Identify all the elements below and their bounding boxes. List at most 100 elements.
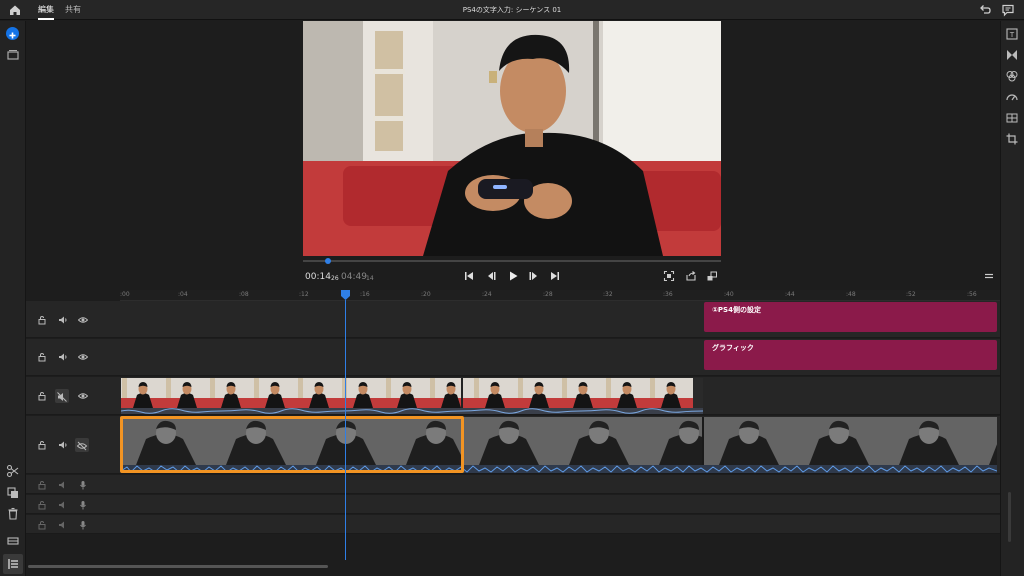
volume-icon[interactable]	[58, 480, 68, 490]
scrubber-handle[interactable]	[325, 258, 331, 264]
mute-button[interactable]	[55, 389, 69, 403]
total-duration-frames: 14	[366, 275, 374, 282]
timeline-ruler[interactable]: :00 :04 :08 :12 :16 :20 :24 :28 :32 :36 …	[120, 290, 1000, 301]
timeline-vertical-scrollbar[interactable]	[1008, 492, 1011, 542]
play-icon[interactable]	[507, 270, 519, 282]
title-clip-label: グラフィック	[712, 344, 754, 352]
visibility-eye-icon[interactable]	[78, 315, 88, 325]
ruler-label: :52	[906, 291, 916, 298]
lock-icon[interactable]	[37, 440, 47, 450]
microphone-icon[interactable]	[78, 480, 88, 490]
total-duration: 04:49	[341, 272, 367, 282]
program-monitor[interactable]	[303, 21, 721, 256]
ruler-label: :40	[724, 291, 734, 298]
lock-icon[interactable]	[37, 480, 47, 490]
timeline-list-icon	[8, 559, 18, 569]
step-back-icon[interactable]	[485, 270, 497, 282]
project-panel-icon[interactable]	[5, 47, 21, 63]
step-forward-icon[interactable]	[528, 270, 540, 282]
video-clip-v2[interactable]	[121, 378, 703, 414]
clip-thumbnails	[121, 378, 703, 414]
volume-icon[interactable]	[58, 352, 68, 362]
top-bar: 編集 共有 PS4の文字入力: シーケンス 01	[0, 0, 1024, 20]
go-to-start-icon[interactable]	[463, 270, 475, 282]
fit-screen-icon[interactable]	[663, 270, 675, 282]
microphone-icon[interactable]	[78, 520, 88, 530]
title-clip-label: ①PS4側の設定	[712, 306, 761, 314]
ruler-label: :48	[846, 291, 856, 298]
track-header-title-2	[26, 301, 120, 338]
ruler-label: :28	[543, 291, 553, 298]
mute-icon	[57, 392, 67, 402]
ruler-label: :00	[120, 291, 130, 298]
ruler-label: :12	[299, 291, 309, 298]
video-frame	[303, 21, 721, 256]
selected-clip-outline[interactable]	[120, 416, 464, 473]
timeline-horizontal-scrollbar[interactable]	[28, 565, 328, 568]
title-clip[interactable]: グラフィック	[704, 340, 997, 370]
ruler-label: :08	[239, 291, 249, 298]
ruler-label: :32	[603, 291, 613, 298]
track-lane-audio-3	[120, 515, 1000, 534]
app-window: 編集 共有 PS4の文字入力: シーケンス 01 T 00:14 26 04:4…	[0, 0, 1024, 576]
speed-icon[interactable]	[1005, 90, 1019, 104]
svg-text:T: T	[1009, 31, 1015, 39]
lock-icon[interactable]	[37, 315, 47, 325]
transitions-icon[interactable]	[1005, 48, 1019, 62]
lock-icon[interactable]	[37, 520, 47, 530]
eye-off-icon	[76, 441, 88, 451]
current-timecode-frames: 26	[331, 275, 339, 282]
hide-track-button[interactable]	[75, 438, 89, 452]
go-to-end-icon[interactable]	[549, 270, 561, 282]
ruler-label: :44	[785, 291, 795, 298]
undo-icon[interactable]	[978, 3, 992, 17]
ruler-label: :36	[663, 291, 673, 298]
comment-icon[interactable]	[1001, 3, 1015, 17]
track-height-icon[interactable]	[5, 533, 21, 549]
track-header-audio-2	[26, 495, 120, 514]
export-frame-icon[interactable]	[685, 270, 697, 282]
tab-share[interactable]: 共有	[65, 4, 81, 15]
track-lane-audio-1	[120, 475, 1000, 494]
track-lane-audio-2	[120, 495, 1000, 514]
ruler-label: :56	[967, 291, 977, 298]
lock-icon[interactable]	[37, 352, 47, 362]
crop-icon[interactable]	[1005, 132, 1019, 146]
volume-icon[interactable]	[58, 440, 68, 450]
playhead-line	[345, 300, 346, 560]
right-toolbar: T	[1000, 21, 1024, 576]
track-header-audio-1	[26, 475, 120, 494]
ruler-label: :16	[360, 291, 370, 298]
tab-edit[interactable]: 編集	[38, 4, 54, 20]
titles-icon[interactable]: T	[1005, 27, 1019, 41]
trash-icon[interactable]	[5, 506, 21, 522]
visibility-eye-icon[interactable]	[78, 352, 88, 362]
home-icon[interactable]	[8, 3, 22, 17]
aspect-ratio-icon[interactable]	[706, 270, 718, 282]
document-title: PS4の文字入力: シーケンス 01	[462, 6, 562, 14]
color-icon[interactable]	[1005, 69, 1019, 83]
volume-icon[interactable]	[58, 500, 68, 510]
playhead-handle[interactable]	[341, 290, 350, 300]
lock-icon[interactable]	[37, 391, 47, 401]
split-scissors-icon[interactable]	[5, 463, 21, 479]
volume-icon[interactable]	[58, 520, 68, 530]
visibility-eye-icon[interactable]	[78, 391, 88, 401]
ruler-label: :20	[421, 291, 431, 298]
add-media-button[interactable]	[6, 27, 19, 40]
track-header-title-1	[26, 339, 120, 376]
menu-icon[interactable]	[983, 271, 995, 281]
lock-icon[interactable]	[37, 500, 47, 510]
audio-icon[interactable]	[1005, 111, 1019, 125]
volume-icon[interactable]	[58, 315, 68, 325]
duplicate-icon[interactable]	[5, 485, 21, 501]
current-timecode: 00:14	[305, 272, 331, 282]
ruler-label: :24	[482, 291, 492, 298]
left-toolbar	[0, 21, 26, 576]
microphone-icon[interactable]	[78, 500, 88, 510]
track-header-video-1	[26, 416, 120, 474]
playback-scrubber[interactable]	[303, 260, 721, 262]
title-clip[interactable]: ①PS4側の設定	[704, 302, 997, 332]
plus-icon	[9, 32, 16, 39]
timeline-view-toggle[interactable]	[3, 554, 23, 574]
